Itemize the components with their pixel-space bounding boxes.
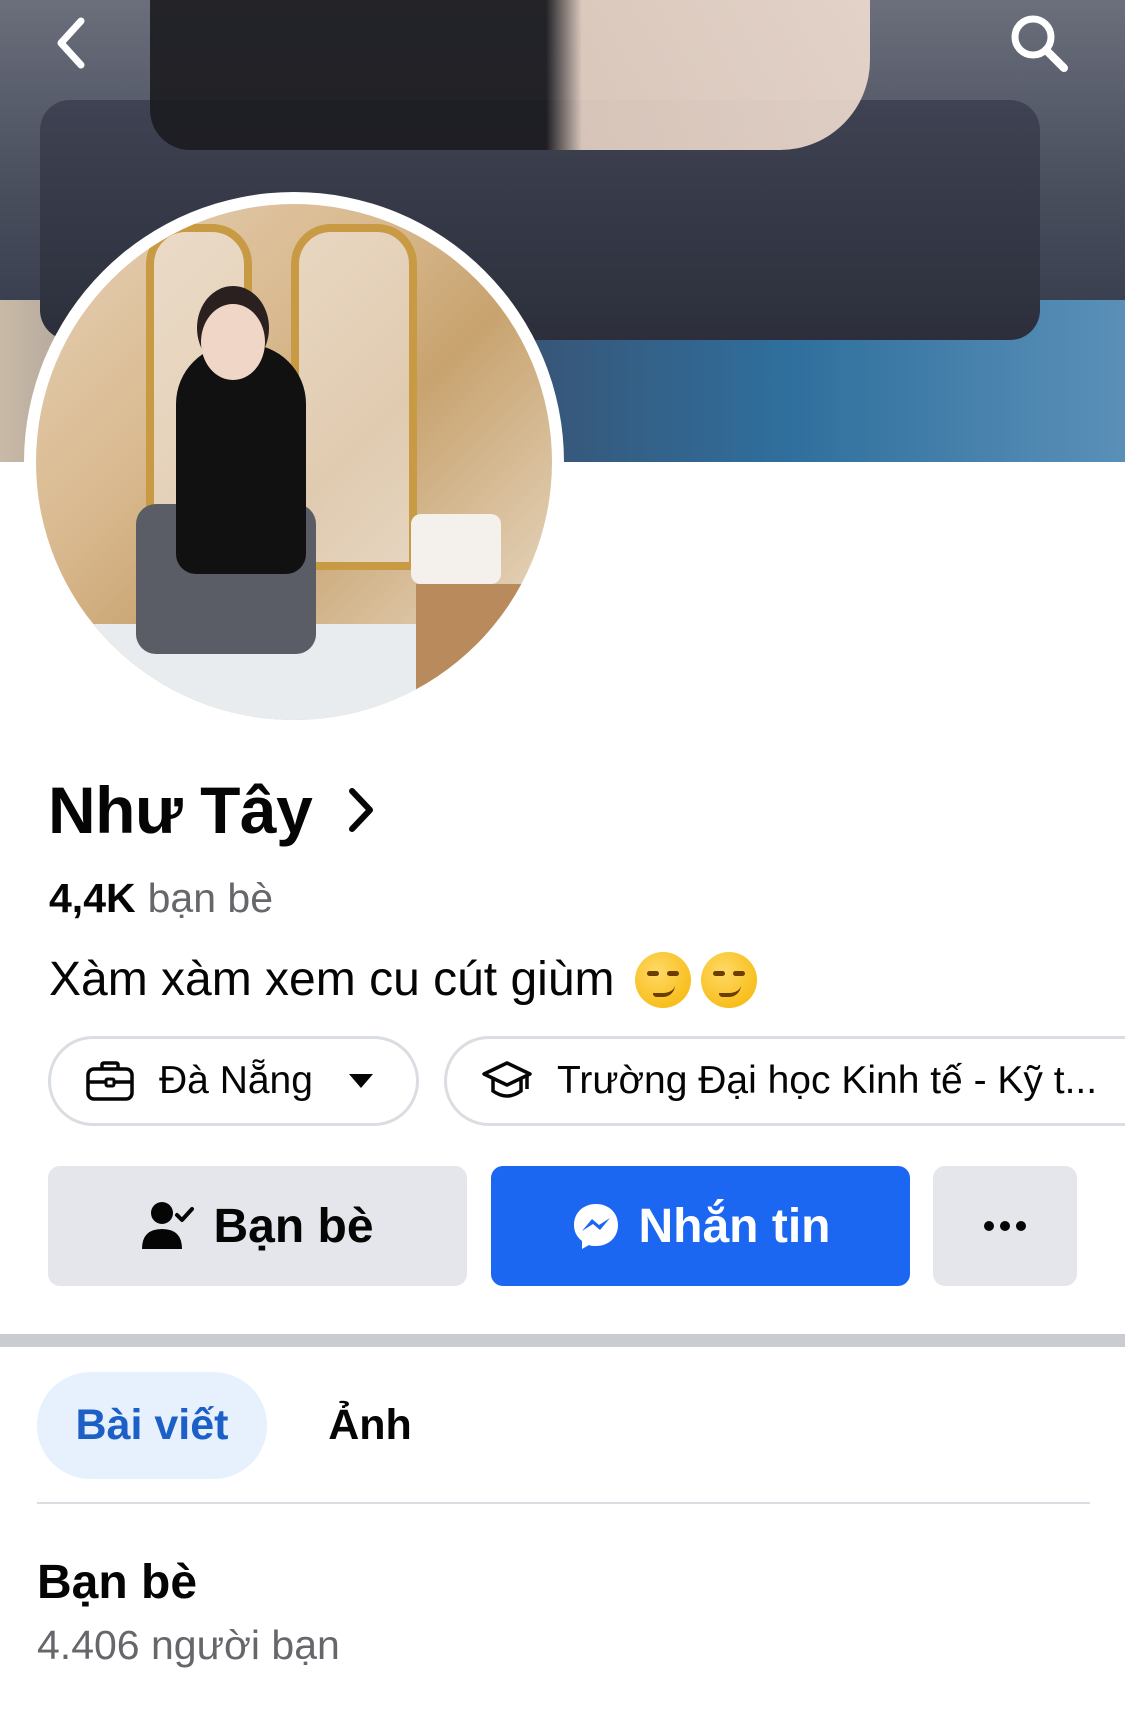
graduation-cap-icon <box>481 1059 533 1103</box>
profile-name-row[interactable]: Như Tây <box>48 770 376 850</box>
chevron-right-icon <box>346 785 376 835</box>
search-icon <box>1011 15 1068 72</box>
avatar-head <box>201 304 265 380</box>
school-chip[interactable]: Trường Đại học Kinh tế - Kỹ t... <box>444 1036 1125 1126</box>
smirk-emoji-icon <box>634 952 691 1008</box>
back-button[interactable] <box>36 8 106 78</box>
profile-name: Như Tây <box>48 773 313 847</box>
chevron-left-icon <box>57 17 85 69</box>
location-chip[interactable]: Đà Nẵng <box>48 1036 419 1126</box>
smirk-emoji-icon <box>700 952 757 1008</box>
friends-section-subtitle: 4.406 người bạn <box>37 1622 340 1668</box>
profile-bio: Xàm xàm xem cu cút giùm <box>49 950 757 1010</box>
avatar-photo <box>36 204 552 720</box>
friends-button[interactable]: Bạn bè <box>48 1166 467 1286</box>
school-label: Trường Đại học Kinh tế - Kỹ t... <box>557 1059 1098 1102</box>
location-label: Đà Nẵng <box>159 1059 313 1102</box>
tab-photos[interactable]: Ảnh <box>300 1372 440 1479</box>
message-button-label: Nhắn tin <box>638 1199 831 1253</box>
more-icon <box>984 1221 1026 1231</box>
message-button[interactable]: Nhắn tin <box>491 1166 910 1286</box>
friends-count: 4,4K <box>49 875 136 921</box>
section-divider <box>0 1334 1125 1347</box>
friends-section-title: Bạn bè <box>37 1556 198 1609</box>
search-button[interactable] <box>1004 8 1074 78</box>
friends-count-label: bạn bè <box>147 875 274 921</box>
tabs-divider <box>37 1502 1090 1504</box>
friends-button-label: Bạn bè <box>213 1199 374 1253</box>
tab-posts[interactable]: Bài viết <box>37 1372 267 1479</box>
briefcase-icon <box>85 1060 135 1102</box>
bio-text: Xàm xàm xem cu cút giùm <box>49 953 615 1006</box>
profile-avatar[interactable] <box>24 192 564 732</box>
messenger-icon <box>571 1201 621 1251</box>
user-check-icon <box>141 1201 195 1251</box>
avatar-table <box>416 584 552 720</box>
cover-figure <box>150 0 870 150</box>
caret-down-icon <box>347 1072 375 1090</box>
friends-count-line[interactable]: 4,4K bạn bè <box>49 870 273 926</box>
more-button[interactable] <box>933 1166 1077 1286</box>
avatar-bag <box>411 514 501 584</box>
